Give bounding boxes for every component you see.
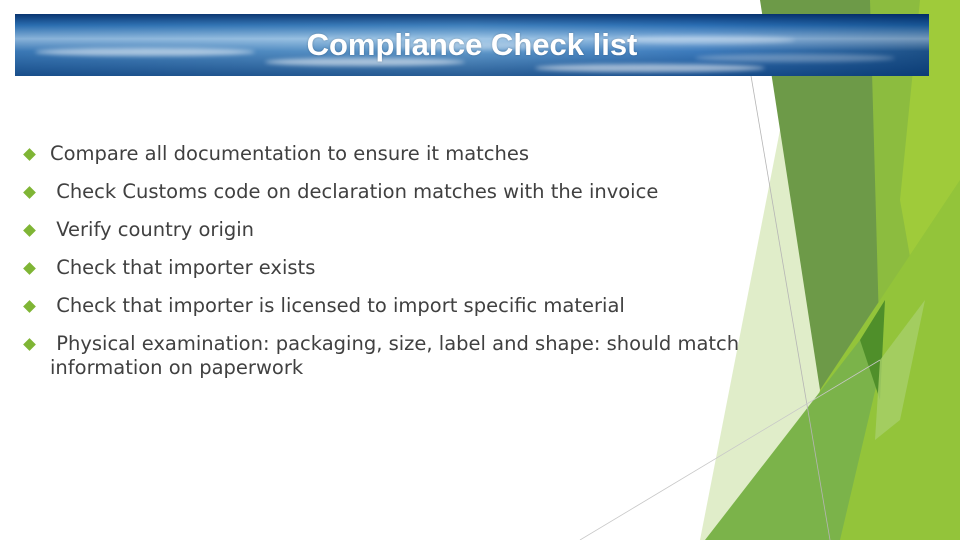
diamond-bullet-icon bbox=[23, 186, 36, 199]
checklist-item-text: Check Customs code on declaration matche… bbox=[50, 180, 659, 203]
diamond-bullet-icon bbox=[23, 148, 36, 161]
diamond-bullet-icon bbox=[23, 224, 36, 237]
slide: Compliance Check list Compare all docume… bbox=[0, 0, 960, 540]
checklist-item: Check that importer exists bbox=[22, 256, 822, 294]
checklist-item-text: Check that importer is licensed to impor… bbox=[50, 294, 625, 317]
diamond-bullet-icon bbox=[23, 338, 36, 351]
checklist-item: Compare all documentation to ensure it m… bbox=[22, 142, 822, 180]
checklist: Compare all documentation to ensure it m… bbox=[22, 142, 822, 380]
diamond-bullet-icon bbox=[23, 262, 36, 275]
title-banner: Compliance Check list bbox=[15, 14, 929, 76]
checklist-item: Check that importer is licensed to impor… bbox=[22, 294, 822, 332]
checklist-item: Verify country origin bbox=[22, 218, 822, 256]
checklist-item: Check Customs code on declaration matche… bbox=[22, 180, 822, 218]
diamond-bullet-icon bbox=[23, 300, 36, 313]
checklist-item: Physical examination: packaging, size, l… bbox=[22, 332, 810, 380]
checklist-item-text: Physical examination: packaging, size, l… bbox=[50, 332, 746, 379]
slide-title: Compliance Check list bbox=[306, 27, 638, 62]
checklist-item-text: Verify country origin bbox=[50, 218, 255, 241]
checklist-item-text: Compare all documentation to ensure it m… bbox=[50, 142, 530, 165]
checklist-item-text: Check that importer exists bbox=[50, 256, 316, 279]
